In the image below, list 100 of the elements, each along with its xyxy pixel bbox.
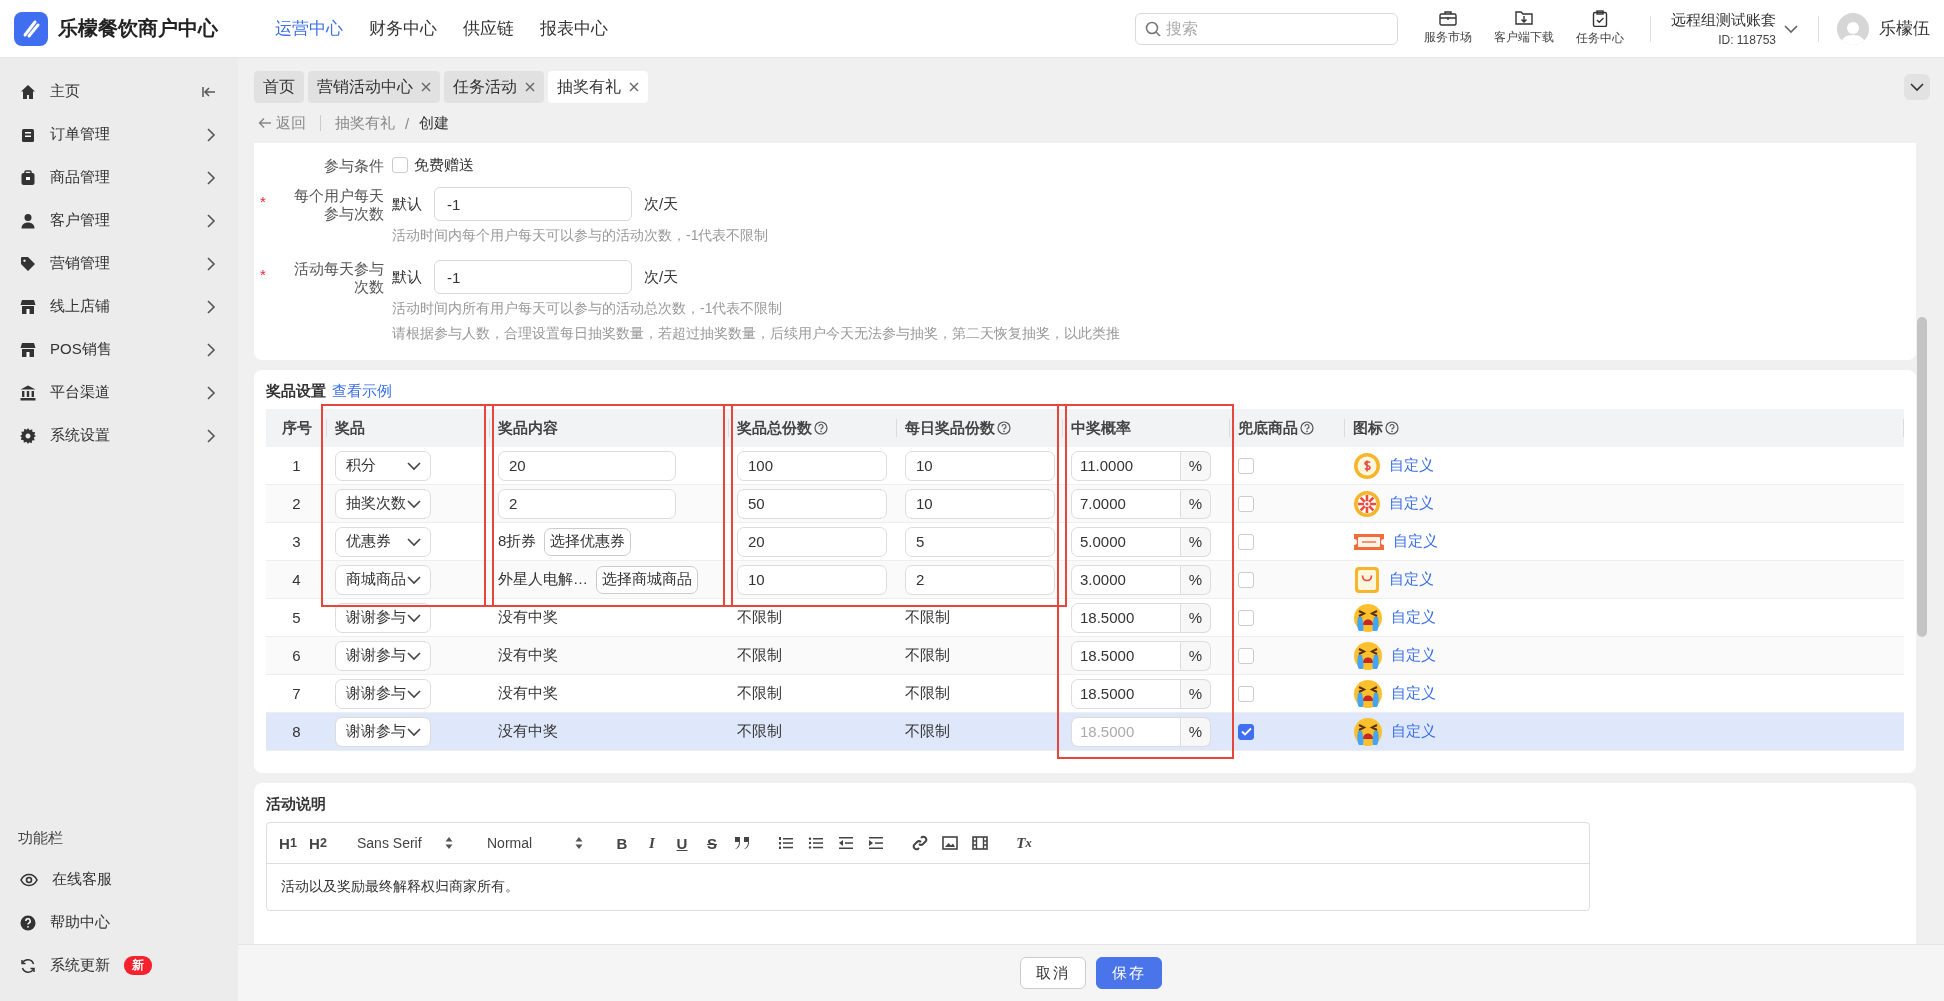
prize-select[interactable]: 谢谢参与	[335, 602, 431, 633]
toolbar-label[interactable]: 客户端下载	[1494, 29, 1554, 46]
format-button[interactable]: I	[643, 834, 661, 852]
sidebar-item[interactable]: 主页	[0, 70, 238, 113]
prize-select[interactable]: 积分	[335, 450, 431, 481]
format-button[interactable]: S	[703, 834, 721, 852]
select-button[interactable]: 选择优惠券	[544, 527, 632, 556]
field-label: 每个用户每天参与次数	[294, 187, 384, 223]
fallback-checkbox[interactable]	[1238, 685, 1254, 702]
prize-select[interactable]: 谢谢参与	[335, 640, 431, 671]
section-title: 奖品设置	[266, 382, 326, 401]
sidebar-item[interactable]: 线上店铺	[0, 285, 238, 328]
content-input[interactable]: 20	[498, 450, 676, 481]
column-header: 奖品内容	[498, 418, 558, 438]
fallback-checkbox[interactable]	[1238, 723, 1254, 740]
user-name[interactable]: 乐檬伍	[1879, 17, 1930, 40]
toolbar-label[interactable]: 任务中心	[1576, 30, 1624, 47]
sidebar-item[interactable]: 帮助中心	[50, 913, 110, 932]
fallback-checkbox[interactable]	[1238, 571, 1254, 588]
fallback-checkbox[interactable]	[1238, 533, 1254, 550]
sidebar-item[interactable]: 订单管理	[0, 113, 238, 156]
hint-text: 活动时间内所有用户每天可以参与的活动总次数，-1代表不限制	[392, 299, 784, 318]
breadcrumb-item: 创建	[419, 113, 450, 133]
fallback-checkbox[interactable]	[1238, 495, 1254, 512]
select-button[interactable]: 选择商城商品	[596, 565, 698, 594]
customize-link[interactable]: 自定义	[1389, 570, 1434, 589]
scrollbar-thumb[interactable]	[1917, 317, 1927, 637]
customize-link[interactable]: 自定义	[1391, 684, 1436, 703]
prize-select[interactable]: 优惠券	[335, 526, 431, 557]
page-tab[interactable]: 首页	[254, 71, 304, 103]
sidebar-item[interactable]: 营销管理	[0, 242, 238, 285]
fallback-checkbox[interactable]	[1238, 647, 1254, 664]
fallback-checkbox[interactable]	[1238, 609, 1254, 626]
daily-count-input[interactable]: 10	[905, 450, 1055, 481]
format-select[interactable]: Sans Serif	[353, 835, 457, 851]
sidebar-item[interactable]: 在线客服	[52, 870, 112, 889]
format-button[interactable]: B	[613, 834, 631, 852]
total-count-input[interactable]: 100	[737, 450, 887, 481]
quote-icon	[734, 836, 750, 850]
nav-item[interactable]: 财务中心	[356, 17, 450, 40]
column-header: 序号	[281, 418, 312, 438]
daily-count-text: 不限制	[905, 722, 950, 741]
total-count-input[interactable]: 50	[737, 488, 887, 519]
total-count-text: 不限制	[737, 646, 782, 665]
sidebar-item[interactable]: 系统设置	[0, 414, 238, 457]
customize-link[interactable]: 自定义	[1389, 456, 1434, 475]
customize-link[interactable]: 自定义	[1389, 494, 1434, 513]
nav-item[interactable]: 报表中心	[527, 17, 621, 40]
probability-input[interactable]: 7.0000	[1071, 488, 1181, 519]
sidebar-item[interactable]: 系统更新	[50, 956, 110, 975]
avatar[interactable]	[1837, 12, 1869, 45]
cancel-button[interactable]: 取消	[1020, 957, 1086, 989]
sidebar-item[interactable]: 商品管理	[0, 156, 238, 199]
example-link[interactable]: 查看示例	[332, 382, 392, 401]
fallback-checkbox[interactable]	[1238, 457, 1254, 474]
count-input[interactable]: -1	[434, 260, 632, 294]
customize-link[interactable]: 自定义	[1391, 646, 1436, 665]
customize-link[interactable]: 自定义	[1391, 608, 1436, 627]
checkbox[interactable]	[392, 157, 408, 173]
account-name[interactable]: 远程组测试账套	[1671, 10, 1776, 30]
probability-input[interactable]: 18.5000	[1071, 602, 1181, 633]
prize-select[interactable]: 谢谢参与	[335, 678, 431, 709]
prize-select[interactable]: 商城商品	[335, 564, 431, 595]
format-select[interactable]: Normal	[483, 835, 587, 851]
page-tab[interactable]: 抽奖有礼	[548, 71, 648, 103]
count-input[interactable]: -1	[434, 187, 632, 221]
sidebar-item[interactable]: POS销售	[0, 328, 238, 371]
content-text: 没有中奖	[498, 722, 558, 741]
probability-input[interactable]: 18.5000	[1071, 678, 1181, 709]
section-title: 功能栏	[18, 828, 63, 848]
probability-input[interactable]: 3.0000	[1071, 564, 1181, 595]
customize-link[interactable]: 自定义	[1393, 532, 1438, 551]
format-button[interactable]: U	[673, 834, 691, 852]
checkbox-label[interactable]: 免费赠送	[414, 155, 474, 175]
daily-count-input[interactable]: 10	[905, 488, 1055, 519]
search-field[interactable]: 搜索	[1135, 12, 1398, 45]
tabs-menu-button[interactable]	[1904, 74, 1930, 100]
save-button[interactable]: 保存	[1096, 957, 1162, 989]
daily-count-input[interactable]: 5	[905, 526, 1055, 557]
column-header: 奖品总份数	[737, 418, 812, 438]
nav-item[interactable]: 运营中心	[262, 17, 356, 40]
toolbar-label[interactable]: 服务市场	[1424, 29, 1472, 46]
probability-input[interactable]: 5.0000	[1071, 526, 1181, 557]
prize-select[interactable]: 抽奖次数	[335, 488, 431, 519]
total-count-input[interactable]: 20	[737, 526, 887, 557]
content-input[interactable]: 2	[498, 488, 676, 519]
page-tab[interactable]: 任务活动	[444, 71, 544, 103]
daily-count-text: 不限制	[905, 608, 950, 627]
total-count-input[interactable]: 10	[737, 564, 887, 595]
chevron-right-icon	[206, 428, 216, 443]
page-tab[interactable]: 营销活动中心	[308, 71, 440, 103]
customize-link[interactable]: 自定义	[1391, 722, 1436, 741]
prize-select[interactable]: 谢谢参与	[335, 716, 431, 747]
probability-input[interactable]: 11.0000	[1071, 450, 1181, 481]
probability-input[interactable]: 18.5000	[1071, 640, 1181, 671]
nav-item[interactable]: 供应链	[450, 17, 527, 40]
eye-icon	[20, 871, 38, 888]
daily-count-input[interactable]: 2	[905, 564, 1055, 595]
sidebar-item[interactable]: 平台渠道	[0, 371, 238, 414]
sidebar-item[interactable]: 客户管理	[0, 199, 238, 242]
